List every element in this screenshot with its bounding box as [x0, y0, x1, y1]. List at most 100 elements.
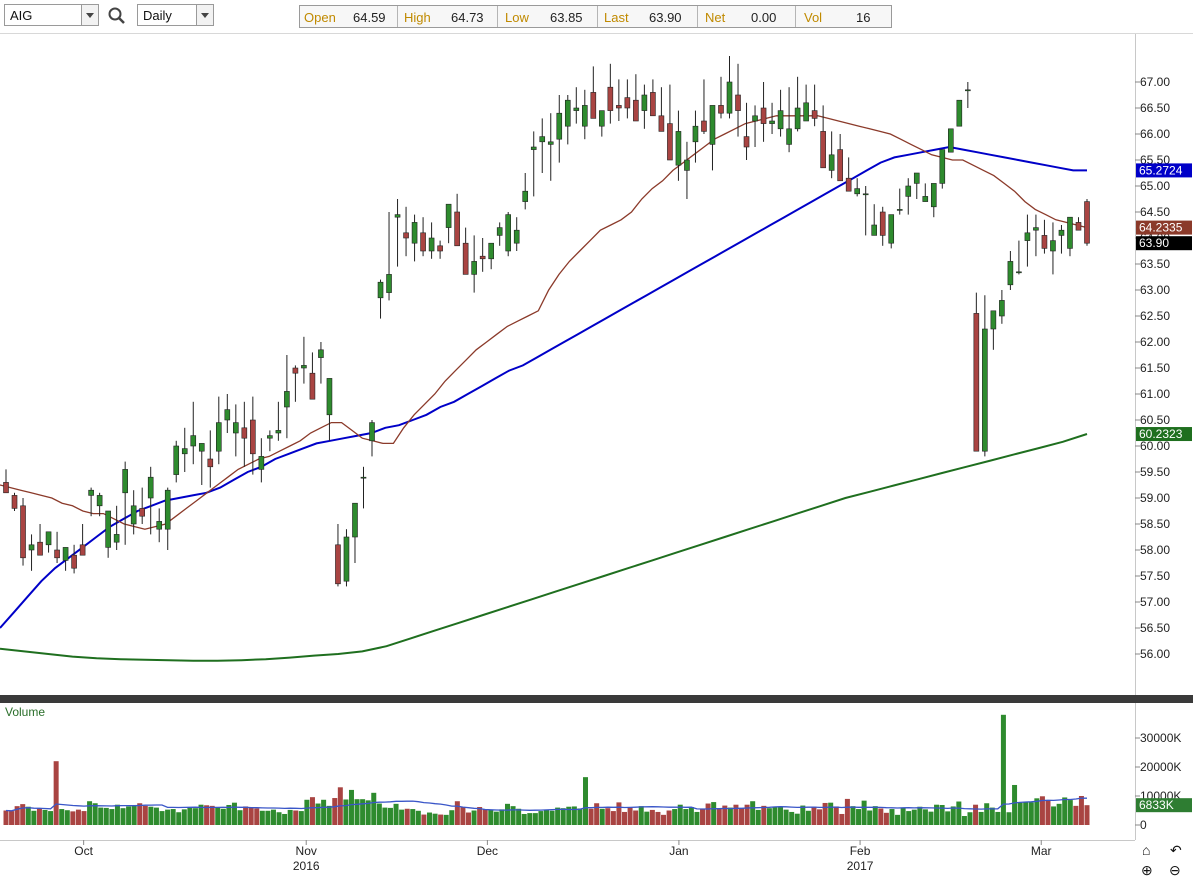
volume-bar[interactable]	[348, 789, 354, 825]
candlestick[interactable]	[343, 529, 350, 587]
volume-bar[interactable]	[36, 808, 42, 825]
volume-bar[interactable]	[399, 809, 405, 825]
volume-bar[interactable]	[354, 799, 360, 825]
volume-bar[interactable]	[404, 808, 410, 825]
candlestick[interactable]	[973, 292, 980, 452]
volume-bar[interactable]	[989, 807, 995, 825]
volume-bar[interactable]	[694, 811, 700, 825]
zoom-in-icon[interactable]: ⊕	[1141, 862, 1153, 879]
volume-bar[interactable]	[315, 803, 321, 825]
volume-bar[interactable]	[1045, 800, 1051, 825]
volume-bar[interactable]	[270, 809, 276, 825]
volume-bar[interactable]	[231, 802, 237, 825]
volume-bar[interactable]	[538, 811, 544, 825]
volume-bar[interactable]	[984, 803, 990, 825]
period-selector[interactable]: Daily	[137, 4, 214, 26]
volume-bar[interactable]	[438, 814, 444, 825]
volume-bar[interactable]	[973, 804, 979, 825]
volume-bar[interactable]	[1073, 805, 1079, 825]
volume-bar[interactable]	[577, 808, 583, 825]
volume-bar[interactable]	[950, 806, 956, 825]
volume-bar[interactable]	[750, 801, 756, 825]
volume-bar[interactable]	[1023, 801, 1029, 825]
search-icon[interactable]	[107, 6, 127, 26]
volume-bar[interactable]	[98, 807, 104, 825]
volume-bar[interactable]	[176, 812, 182, 825]
volume-bar[interactable]	[800, 805, 806, 825]
volume-bar[interactable]	[3, 810, 9, 826]
volume-bar[interactable]	[321, 799, 327, 825]
volume-bar[interactable]	[811, 806, 817, 825]
volume-bar[interactable]	[64, 810, 70, 825]
volume-bar[interactable]	[254, 808, 260, 825]
volume-bar[interactable]	[655, 811, 661, 825]
volume-bar[interactable]	[844, 798, 850, 825]
volume-bar[interactable]	[683, 809, 689, 825]
volume-bar[interactable]	[343, 799, 349, 825]
volume-bar[interactable]	[75, 809, 81, 825]
volume-bar[interactable]	[1006, 812, 1012, 825]
volume-bar[interactable]	[477, 807, 483, 825]
volume-bar[interactable]	[766, 808, 772, 825]
volume-bar[interactable]	[755, 809, 761, 825]
volume-bar[interactable]	[705, 803, 711, 825]
volume-bar[interactable]	[544, 809, 549, 825]
volume-bar[interactable]	[772, 806, 778, 825]
symbol-dropdown-arrow-icon[interactable]	[81, 5, 98, 25]
volume-bar[interactable]	[25, 806, 31, 825]
volume-bar[interactable]	[309, 797, 315, 825]
volume-bar[interactable]	[895, 814, 901, 825]
volume-bar[interactable]	[237, 810, 243, 825]
volume-bar[interactable]	[516, 808, 522, 825]
volume-bar[interactable]	[833, 806, 839, 825]
volume-bar[interactable]	[192, 808, 198, 825]
volume-bar[interactable]	[248, 807, 254, 825]
volume-bar[interactable]	[945, 811, 951, 825]
volume-bar[interactable]	[588, 808, 594, 825]
volume-bar[interactable]	[633, 810, 639, 826]
volume-bar[interactable]	[605, 808, 611, 825]
volume-bar[interactable]	[482, 809, 488, 825]
volume-bar[interactable]	[856, 809, 862, 825]
volume-bar[interactable]	[504, 803, 510, 825]
volume-bar[interactable]	[126, 806, 132, 825]
volume-bar[interactable]	[900, 807, 906, 825]
volume-bar[interactable]	[265, 810, 271, 825]
volume-bar[interactable]	[883, 812, 889, 825]
candlestick[interactable]	[939, 149, 946, 189]
volume-bar[interactable]	[137, 803, 143, 825]
volume-bar[interactable]	[661, 814, 667, 825]
volume-bar[interactable]	[649, 809, 655, 825]
volume-bar[interactable]	[917, 806, 923, 825]
volume-bar[interactable]	[1012, 784, 1018, 825]
volume-bar[interactable]	[778, 806, 784, 825]
volume-bar[interactable]	[287, 809, 293, 825]
volume-bar[interactable]	[148, 806, 154, 825]
volume-bar[interactable]	[215, 807, 221, 825]
volume-bar[interactable]	[560, 808, 566, 825]
volume-bar[interactable]	[181, 809, 187, 825]
volume-bar[interactable]	[471, 810, 477, 826]
volume-bar[interactable]	[243, 806, 249, 825]
volume-bar[interactable]	[1028, 802, 1034, 825]
volume-bar[interactable]	[493, 811, 499, 825]
volume-bar[interactable]	[727, 807, 733, 825]
volume-bar[interactable]	[739, 808, 745, 825]
volume-bar[interactable]	[42, 809, 48, 825]
volume-bar[interactable]	[220, 808, 226, 825]
volume-bar[interactable]	[165, 809, 171, 825]
volume-bar[interactable]	[878, 808, 884, 825]
volume-bar[interactable]	[839, 813, 845, 825]
volume-bar[interactable]	[410, 809, 416, 825]
symbol-selector[interactable]: AIG	[4, 4, 99, 26]
volume-bar[interactable]	[293, 810, 299, 826]
volume-bar[interactable]	[622, 811, 628, 825]
volume-bar[interactable]	[911, 809, 917, 825]
volume-bar[interactable]	[415, 810, 421, 825]
volume-bar[interactable]	[87, 801, 93, 825]
volume-bar[interactable]	[867, 810, 873, 826]
volume-bar[interactable]	[1051, 806, 1057, 825]
candlestick[interactable]	[948, 128, 954, 153]
volume-bar[interactable]	[967, 812, 973, 825]
volume-bar[interactable]	[599, 808, 605, 825]
